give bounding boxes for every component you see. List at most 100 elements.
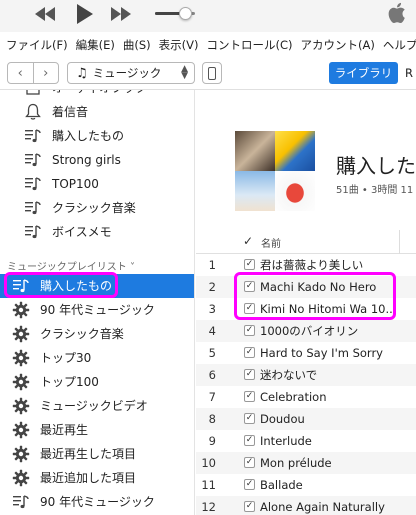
track-number: 9	[208, 434, 216, 448]
gear-icon	[12, 421, 30, 439]
playlist-icon	[24, 127, 42, 145]
track-row[interactable]: 9 ✓ Interlude	[196, 430, 416, 452]
media-kind-select[interactable]: ♫ ミュージック ▲ ▼	[67, 62, 195, 84]
menu-song[interactable]: 曲(S)	[119, 37, 155, 53]
album-art-1	[235, 131, 275, 171]
track-number: 7	[208, 390, 216, 404]
playlist-item-2[interactable]: クラシック音楽	[0, 322, 194, 346]
playlist-item-9[interactable]: 90 年代ミュージック	[0, 490, 194, 514]
track-row[interactable]: 10 ✓ Mon prélude	[196, 452, 416, 474]
gear-icon	[12, 373, 30, 391]
track-row[interactable]: 6 ✓ 迷わないで	[196, 364, 416, 386]
playlist-item-7[interactable]: 最近再生した項目	[0, 442, 194, 466]
gear-icon	[12, 397, 30, 415]
media-kind-label: ミュージック	[92, 66, 162, 80]
track-checkbox[interactable]: ✓	[244, 501, 255, 512]
menu-file[interactable]: ファイル(F)	[0, 37, 72, 53]
fast-forward-icon[interactable]	[108, 0, 134, 28]
track-checkbox[interactable]: ✓	[244, 325, 255, 336]
playlist-view: 購入した 51曲 • 3時間 11 ✓ 名前 1 ✓ 君は薔薇より美しい 2 ✓ Mach…	[196, 90, 416, 515]
gear-icon	[12, 301, 30, 319]
playlist-item-label: 90 年代ミュージック	[40, 495, 155, 509]
track-checkbox[interactable]: ✓	[244, 347, 255, 358]
track-number: 1	[208, 258, 216, 272]
rewind-icon[interactable]	[32, 0, 58, 28]
track-checkbox[interactable]: ✓	[244, 479, 255, 490]
volume-knob[interactable]	[179, 7, 192, 20]
playlist-item-label: 最近追加した項目	[40, 471, 137, 485]
track-checkbox[interactable]: ✓	[244, 259, 255, 270]
player-bar	[0, 0, 416, 32]
column-name-header[interactable]: 名前	[261, 235, 281, 250]
apple-logo-icon	[386, 0, 410, 28]
device-button[interactable]	[202, 62, 222, 84]
menu-help[interactable]: ヘルプ(H)	[379, 37, 416, 53]
playlist-item-1[interactable]: 90 年代ミュージック	[0, 298, 194, 322]
track-row[interactable]: 7 ✓ Celebration	[196, 386, 416, 408]
menu-account[interactable]: アカウント(A)	[296, 37, 378, 53]
playlist-item-label: 90 年代ミュージック	[40, 303, 155, 317]
track-row[interactable]: 5 ✓ Hard to Say I'm Sorry	[196, 342, 416, 364]
track-checkbox[interactable]: ✓	[244, 457, 255, 468]
toolbar: ‹ › ♫ ミュージック ▲ ▼ ライブラリ R	[0, 58, 416, 90]
forward-button[interactable]: ›	[32, 63, 59, 83]
next-tab[interactable]: R	[405, 62, 413, 84]
sidebar-item-6[interactable]: ボイスメモ	[0, 220, 194, 244]
sidebar-item-2[interactable]: 購入したもの	[0, 124, 194, 148]
library-button[interactable]: ライブラリ	[329, 62, 398, 84]
track-checkbox[interactable]: ✓	[244, 391, 255, 402]
track-number: 10	[201, 456, 216, 470]
menu-edit[interactable]: 編集(E)	[72, 37, 119, 53]
menu-controls[interactable]: コントロール(C)	[202, 37, 296, 53]
track-number: 8	[208, 412, 216, 426]
gear-icon	[12, 325, 30, 343]
track-list-header: ✓ 名前	[196, 230, 416, 254]
bell-icon	[24, 103, 42, 121]
playlist-icon	[12, 493, 30, 511]
column-divider[interactable]	[399, 230, 400, 254]
gear-icon	[12, 349, 30, 367]
track-checkbox[interactable]: ✓	[244, 435, 255, 446]
sidebar-item-4[interactable]: TOP100	[0, 172, 194, 196]
playlist-item-label: 最近再生	[40, 423, 89, 437]
volume-slider[interactable]	[155, 7, 195, 20]
track-row[interactable]: 11 ✓ Ballade	[196, 474, 416, 496]
track-checkbox[interactable]: ✓	[244, 369, 255, 380]
phone-icon	[208, 66, 216, 80]
music-note-icon: ♫	[76, 65, 88, 81]
playlist-item-3[interactable]: トップ30	[0, 346, 194, 370]
playlist-item-6[interactable]: 最近再生	[0, 418, 194, 442]
playlist-artwork	[235, 131, 315, 211]
track-row[interactable]: 12 ✓ Alone Again Naturally	[196, 496, 416, 515]
playlist-item-label: ミュージックビデオ	[40, 399, 148, 413]
gear-icon	[12, 469, 30, 487]
playlist-item-5[interactable]: ミュージックビデオ	[0, 394, 194, 418]
audiobook-icon	[24, 90, 42, 97]
playlist-title: 購入した	[336, 154, 416, 178]
column-check-header[interactable]: ✓	[243, 234, 253, 248]
sidebar-item-0[interactable]: オーディオブック	[0, 90, 194, 100]
track-name: Alone Again Naturally	[260, 500, 385, 514]
play-icon[interactable]	[72, 0, 98, 28]
playlist-icon	[24, 199, 42, 217]
nav-buttons: ‹ ›	[7, 62, 59, 84]
track-row[interactable]: 8 ✓ Doudou	[196, 408, 416, 430]
sidebar-item-1[interactable]: 着信音	[0, 100, 194, 124]
sidebar-item-label: Strong girls	[52, 153, 121, 167]
track-name: 迷わないで	[260, 368, 318, 382]
album-art-3	[235, 171, 275, 211]
playlist-item-label: トップ30	[40, 351, 92, 365]
playlist-item-8[interactable]: 最近追加した項目	[0, 466, 194, 490]
sidebar-item-3[interactable]: Strong girls	[0, 148, 194, 172]
track-row[interactable]: 4 ✓ 1000のバイオリン	[196, 320, 416, 342]
sidebar-item-5[interactable]: クラシック音楽	[0, 196, 194, 220]
menu-view[interactable]: 表示(V)	[155, 37, 203, 53]
sidebar-item-label: クラシック音楽	[52, 201, 136, 215]
playlist-item-4[interactable]: トップ100	[0, 370, 194, 394]
sidebar-item-label: 着信音	[52, 105, 89, 119]
music-playlists-header[interactable]: ミュージックプレイリスト ˅	[7, 258, 135, 273]
track-checkbox[interactable]: ✓	[244, 413, 255, 424]
sidebar-item-label: TOP100	[52, 177, 99, 191]
track-name: 1000のバイオリン	[260, 324, 359, 338]
back-button[interactable]: ‹	[8, 63, 33, 83]
